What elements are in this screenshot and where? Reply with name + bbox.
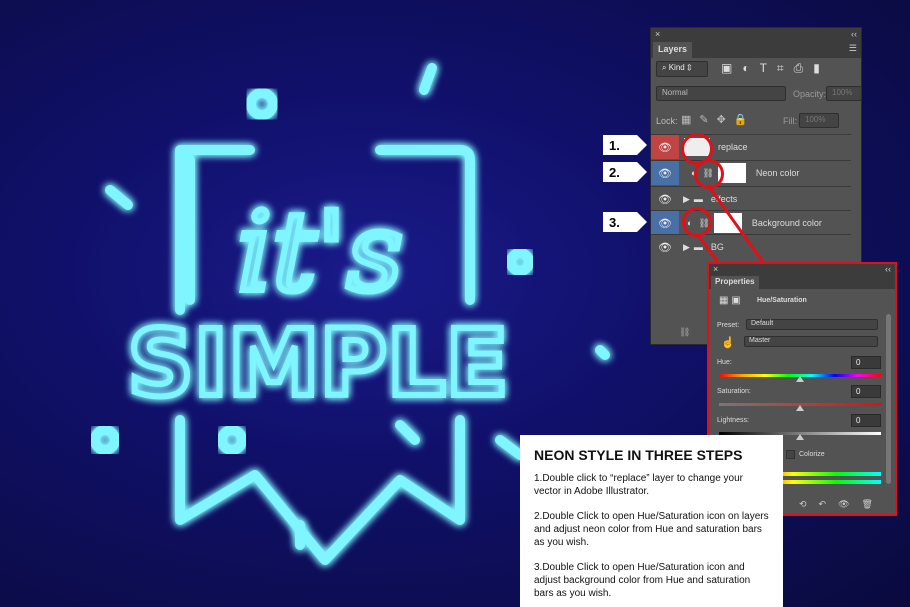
adjustment-title: Hue/Saturation: [757, 297, 807, 304]
eye-icon[interactable]: 👁: [651, 211, 679, 235]
channel-select[interactable]: Master: [744, 336, 878, 347]
eye-icon[interactable]: 👁: [651, 161, 679, 185]
hue-label: Hue:: [717, 359, 732, 366]
info-step-3: 3.Double Click to open Hue/Saturation ic…: [534, 562, 751, 599]
hue-field[interactable]: 0: [851, 356, 881, 369]
filter-icons[interactable]: ▣◐T⌗⎙▮: [721, 61, 830, 76]
lightness-field[interactable]: 0: [851, 414, 881, 427]
expand-arrow-icon[interactable]: ▶: [683, 242, 690, 253]
step-marker: 3.: [603, 212, 647, 232]
close-icon[interactable]: ×: [655, 28, 660, 40]
scrollbar[interactable]: [886, 314, 891, 484]
tab-layers[interactable]: Layers: [653, 42, 693, 58]
opacity-label: Opacity:: [793, 89, 827, 99]
lightness-label: Lightness:: [717, 417, 749, 424]
neon-dot: [246, 88, 278, 120]
neon-dot: [506, 248, 534, 276]
neon-dot: [217, 425, 247, 455]
panel-menu-icon[interactable]: ☰: [849, 43, 857, 54]
collapse-icon[interactable]: ‹‹: [851, 28, 857, 40]
adjustment-icons[interactable]: ▦ ▣: [719, 295, 741, 306]
info-title: NEON STYLE IN THREE STEPS: [534, 447, 743, 463]
collapse-icon[interactable]: ‹‹: [885, 264, 891, 274]
neon-text-simple: SIMPLE: [128, 310, 509, 417]
expand-arrow-icon[interactable]: ▶: [683, 194, 690, 205]
panel-footer-icons[interactable]: ⟲↶👁🗑: [799, 499, 885, 510]
saturation-slider-thumb[interactable]: [796, 405, 804, 411]
layer-name: Neon color: [755, 168, 800, 178]
step-marker: 2.: [603, 162, 647, 182]
close-icon[interactable]: ×: [713, 264, 718, 274]
callout-lines: [696, 184, 767, 266]
lock-icons[interactable]: ▦✎✥🔒: [681, 113, 756, 126]
info-step-2: 2.Double Click to open Hue/Saturation ic…: [534, 511, 769, 548]
hand-tool-icon[interactable]: ☝: [721, 336, 735, 349]
neon-text-its: it's: [237, 188, 403, 316]
info-box: NEON STYLE IN THREE STEPS 1.Double click…: [520, 435, 783, 607]
neon-dot: [90, 425, 120, 455]
eye-icon[interactable]: 👁: [651, 187, 679, 211]
saturation-field[interactable]: 0: [851, 385, 881, 398]
step-marker: 1.: [603, 135, 647, 155]
tab-properties[interactable]: Properties: [711, 276, 759, 289]
preset-label: Preset:: [717, 322, 740, 329]
link-layers-icon[interactable]: ⛓: [679, 327, 690, 338]
filter-kind-label: Kind: [668, 63, 685, 72]
colorize-checkbox[interactable]: [786, 450, 795, 459]
fill-label: Fill:: [783, 116, 797, 126]
fill-field[interactable]: 100%: [799, 113, 839, 128]
lightness-slider-thumb[interactable]: [796, 434, 804, 440]
colorize-label: Colorize: [799, 451, 825, 458]
lock-label: Lock:: [656, 116, 678, 126]
preset-select[interactable]: Default: [746, 319, 878, 330]
layer-name: replace: [718, 142, 748, 152]
hue-slider-thumb[interactable]: [796, 376, 804, 382]
filter-kind-select[interactable]: ⌕ Kind ⇕: [656, 61, 708, 77]
opacity-field[interactable]: 100%: [826, 86, 862, 101]
eye-icon[interactable]: 👁: [651, 235, 679, 259]
eye-icon[interactable]: 👁: [651, 135, 679, 159]
info-step-1: 1.Double click to “replace” layer to cha…: [534, 473, 743, 497]
blend-mode-select[interactable]: Normal: [656, 86, 786, 101]
saturation-label: Saturation:: [717, 388, 751, 395]
